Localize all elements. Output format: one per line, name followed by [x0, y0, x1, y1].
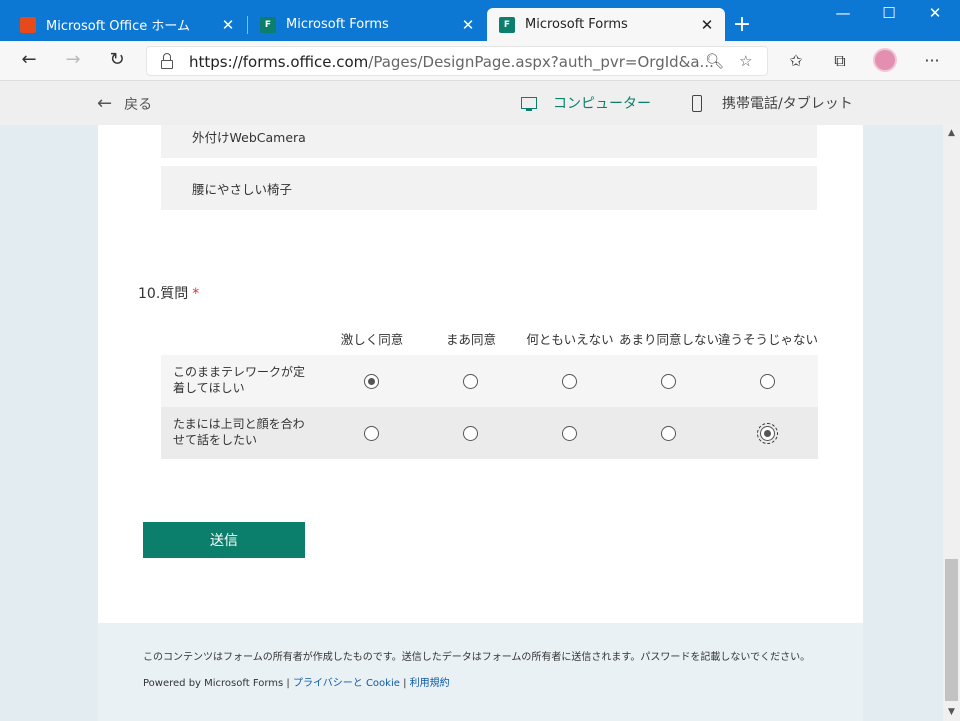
title-bar: Microsoft Office ホーム ✕ F Microsoft Forms…: [0, 0, 960, 41]
profile-avatar[interactable]: [873, 48, 897, 72]
close-icon[interactable]: ✕: [695, 16, 719, 34]
likert-row-label: たまには上司と顔を合わせて話をしたい: [173, 417, 305, 447]
zoom-icon[interactable]: 🔍︎: [705, 52, 724, 70]
mode-mobile[interactable]: 携帯電話/タブレット: [692, 93, 853, 113]
radio-strongly-agree[interactable]: [364, 374, 379, 389]
forward-arrow-icon[interactable]: →: [60, 49, 86, 73]
tab-label: Microsoft Forms: [286, 17, 389, 32]
new-tab-button[interactable]: +: [730, 12, 754, 37]
office-icon: [20, 16, 36, 33]
url-text: https://forms.office.com/Pages/DesignPag…: [189, 53, 714, 71]
likert-column-header: 違うそうじゃない: [718, 332, 819, 347]
form-card: 外付けWebCamera 腰にやさしい椅子 10.質問 * 激しく同意 まあ同意 …: [98, 125, 863, 623]
minimize-icon[interactable]: —: [828, 4, 858, 22]
radio-strongly-disagree[interactable]: [757, 423, 778, 444]
question-text: 質問: [160, 286, 189, 302]
forms-icon: F: [499, 16, 515, 33]
likert-column-header: あまり同意しない: [619, 332, 720, 347]
likert-column-header: 何ともいえない: [526, 332, 614, 347]
url-input[interactable]: https://forms.office.com/Pages/DesignPag…: [146, 46, 768, 76]
choice-option[interactable]: 腰にやさしい椅子: [161, 166, 817, 210]
back-label: 戻る: [124, 96, 153, 113]
maximize-icon[interactable]: ☐: [874, 4, 904, 22]
preview-header: ← 戻る コンピューター 携帯電話/タブレット: [0, 81, 960, 125]
page-content: 外付けWebCamera 腰にやさしい椅子 10.質問 * 激しく同意 まあ同意 …: [0, 125, 943, 721]
terms-link[interactable]: 利用規約: [410, 678, 450, 689]
mode-computer[interactable]: コンピューター: [521, 93, 651, 113]
mode-label: 携帯電話/タブレット: [722, 96, 853, 112]
scroll-thumb[interactable]: [945, 559, 958, 701]
question-number: 10.: [138, 286, 161, 302]
favorite-star-icon[interactable]: ☆: [739, 52, 752, 70]
radio-agree[interactable]: [463, 426, 478, 441]
tab-forms[interactable]: F Microsoft Forms ✕: [248, 8, 486, 41]
likert-row: このままテレワークが定着してほしい: [161, 355, 818, 407]
monitor-icon: [521, 97, 537, 111]
likert-row-label: このままテレワークが定着してほしい: [173, 365, 306, 395]
tab-label: Microsoft Forms: [525, 17, 628, 32]
vertical-scrollbar[interactable]: ▲ ▼: [943, 125, 960, 721]
forms-icon: F: [260, 16, 276, 33]
footer: このコンテンツはフォームの所有者が作成したものです。送信したデータはフォームの所…: [98, 623, 863, 721]
privacy-link[interactable]: プライバシーと Cookie: [293, 678, 400, 689]
close-icon[interactable]: ✕: [456, 16, 480, 34]
url-path: /Pages/DesignPage.aspx?auth_pvr=OrgId&a.…: [368, 53, 714, 71]
tab-forms-active[interactable]: F Microsoft Forms ✕: [487, 8, 725, 41]
scroll-up-icon[interactable]: ▲: [943, 125, 960, 142]
scroll-down-icon[interactable]: ▼: [943, 704, 960, 721]
lock-icon: [161, 53, 173, 69]
submit-button[interactable]: 送信: [143, 522, 305, 558]
close-icon[interactable]: ✕: [216, 16, 240, 34]
more-menu-icon[interactable]: ···: [920, 51, 944, 70]
powered-by-text: Powered by Microsoft Forms: [143, 678, 284, 689]
footer-links: Powered by Microsoft Forms | プライバシーと Coo…: [143, 674, 450, 689]
choice-option[interactable]: 外付けWebCamera: [161, 125, 817, 158]
refresh-icon[interactable]: ↻: [104, 49, 130, 73]
radio-strongly-agree[interactable]: [364, 426, 379, 441]
radio-agree[interactable]: [463, 374, 478, 389]
back-link[interactable]: ← 戻る: [97, 93, 152, 114]
radio-neutral[interactable]: [562, 426, 577, 441]
question-title: 10.質問 *: [138, 283, 199, 303]
radio-neutral[interactable]: [562, 374, 577, 389]
radio-disagree[interactable]: [661, 374, 676, 389]
back-arrow-icon[interactable]: ←: [16, 49, 42, 73]
likert-column-header: まあ同意: [445, 332, 496, 347]
required-mark: *: [192, 286, 200, 302]
radio-disagree[interactable]: [661, 426, 676, 441]
url-host: https://forms.office.com: [189, 53, 369, 71]
footer-separator: |: [399, 678, 410, 689]
favorites-list-icon[interactable]: ✩: [784, 51, 808, 70]
option-label: 腰にやさしい椅子: [192, 181, 293, 197]
collections-icon[interactable]: ⧉: [828, 51, 852, 71]
footer-separator: |: [283, 678, 293, 689]
tab-label: Microsoft Office ホーム: [46, 19, 190, 34]
address-bar: ← → ↻ https://forms.office.com/Pages/Des…: [0, 41, 960, 81]
back-arrow-icon: ←: [97, 93, 113, 114]
likert-column-header: 激しく同意: [340, 332, 404, 347]
option-label: 外付けWebCamera: [192, 129, 306, 145]
phone-icon: [692, 94, 702, 112]
tab-office-home[interactable]: Microsoft Office ホーム ✕: [8, 8, 246, 41]
mode-label: コンピューター: [553, 96, 651, 112]
footer-disclaimer: このコンテンツはフォームの所有者が作成したものです。送信したデータはフォームの所…: [143, 652, 811, 663]
radio-strongly-disagree[interactable]: [760, 374, 775, 389]
likert-row: たまには上司と顔を合わせて話をしたい: [161, 407, 818, 459]
window-close-icon[interactable]: ✕: [920, 4, 950, 22]
